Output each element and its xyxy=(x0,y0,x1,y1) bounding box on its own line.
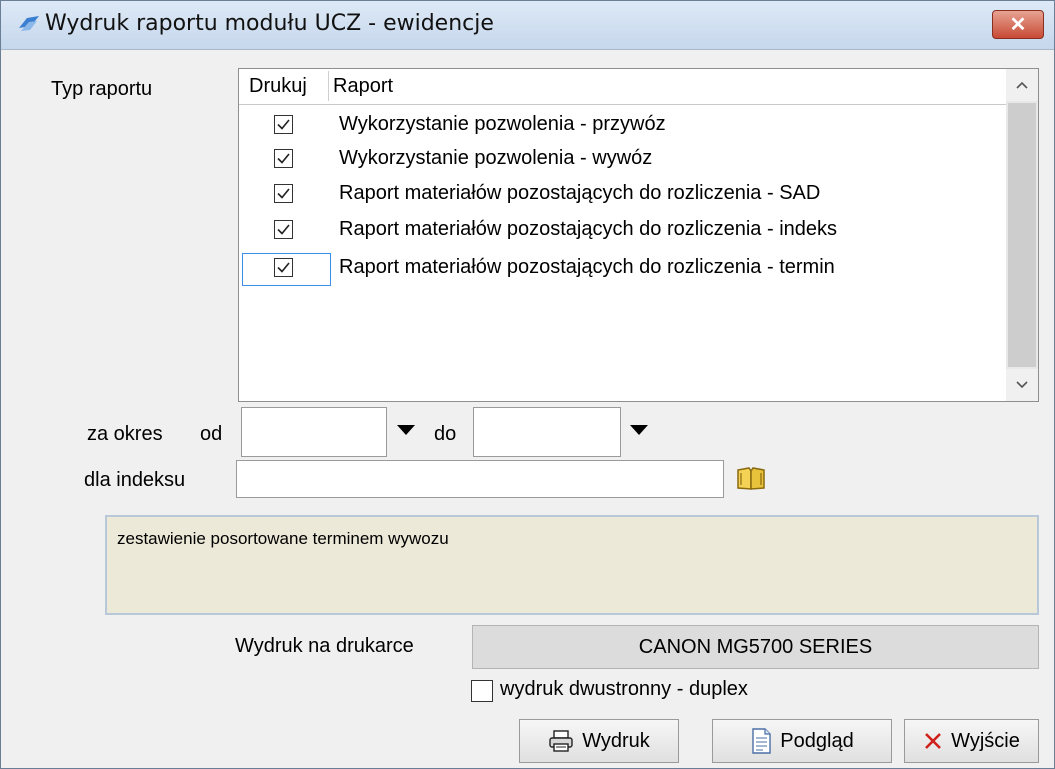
checkmark-icon xyxy=(277,188,290,199)
list-item[interactable]: Raport materiałów pozostających do rozli… xyxy=(239,214,1006,250)
vertical-scrollbar[interactable] xyxy=(1006,69,1038,401)
window-title: Wydruk raportu modułu UCZ - ewidencje xyxy=(45,11,494,36)
period-from-label: od xyxy=(200,423,223,445)
scroll-thumb[interactable] xyxy=(1008,103,1036,367)
preview-document-icon xyxy=(752,728,771,754)
exit-label: Wyjście xyxy=(951,729,1020,752)
print-checkbox[interactable] xyxy=(274,184,293,203)
duplex-label[interactable]: wydruk dwustronny - duplex xyxy=(500,678,748,701)
title-bar[interactable]: Wydruk raportu modułu UCZ - ewidencje ✕ xyxy=(1,1,1054,50)
period-label: za okres xyxy=(87,423,163,445)
print-checkbox[interactable] xyxy=(274,115,293,134)
column-header-report[interactable]: Raport xyxy=(333,75,393,98)
duplex-checkbox[interactable] xyxy=(471,680,493,702)
print-checkbox[interactable] xyxy=(274,149,293,168)
printer-name: CANON MG5700 SERIES xyxy=(638,635,873,658)
report-name: Wykorzystanie pozwolenia - przywóz xyxy=(339,113,666,135)
checkmark-icon xyxy=(277,262,290,273)
period-to-label: do xyxy=(434,423,457,445)
exit-button[interactable]: Wyjście xyxy=(904,719,1039,763)
checkmark-icon xyxy=(277,153,290,164)
list-item-selected[interactable]: Raport materiałów pozostających do rozli… xyxy=(239,252,1006,288)
print-checkbox[interactable] xyxy=(274,258,293,277)
close-icon: ✕ xyxy=(1009,14,1027,36)
print-label: Wydruk xyxy=(582,729,650,752)
exit-x-icon xyxy=(925,733,942,749)
report-type-label: Typ raportu xyxy=(51,78,153,100)
index-label: dla indeksu xyxy=(84,469,186,491)
list-item[interactable]: Wykorzystanie pozwolenia - wywóz xyxy=(239,143,1006,179)
preview-button[interactable]: Podgląd xyxy=(712,719,892,763)
preview-label: Podgląd xyxy=(780,729,854,752)
description-text: zestawienie posortowane terminem wywozu xyxy=(117,529,449,548)
printer-label: Wydruk na drukarce xyxy=(235,635,414,657)
scroll-down-icon[interactable] xyxy=(1006,369,1038,401)
date-from-field[interactable] xyxy=(241,407,387,457)
report-description: zestawienie posortowane terminem wywozu xyxy=(105,515,1039,615)
list-item[interactable]: Raport materiałów pozostających do rozli… xyxy=(239,178,1006,214)
checkmark-icon xyxy=(277,119,290,130)
printer-icon xyxy=(549,730,573,752)
date-to-field[interactable] xyxy=(473,407,621,457)
list-header: Drukuj Raport xyxy=(239,69,1006,105)
report-name: Raport materiałów pozostających do rozli… xyxy=(339,182,821,204)
report-name: Raport materiałów pozostających do rozli… xyxy=(339,218,838,240)
report-dialog: Wydruk raportu modułu UCZ - ewidencje ✕ … xyxy=(0,0,1055,769)
close-button[interactable]: ✕ xyxy=(992,10,1044,39)
list-item[interactable]: Wykorzystanie pozwolenia - przywóz xyxy=(239,109,1006,145)
date-to-dropdown-icon[interactable] xyxy=(628,422,650,438)
checkmark-icon xyxy=(277,224,290,235)
print-button[interactable]: Wydruk xyxy=(519,719,679,763)
report-name: Wykorzystanie pozwolenia - wywóz xyxy=(339,147,653,169)
app-icon xyxy=(19,16,39,31)
column-header-print[interactable]: Drukuj xyxy=(249,75,307,98)
scroll-up-icon[interactable] xyxy=(1006,69,1038,101)
date-from-dropdown-icon[interactable] xyxy=(395,422,417,438)
header-separator xyxy=(328,71,329,101)
print-checkbox[interactable] xyxy=(274,220,293,239)
printer-select-button[interactable]: CANON MG5700 SERIES xyxy=(472,625,1039,669)
report-name: Raport materiałów pozostających do rozli… xyxy=(339,256,835,278)
report-list[interactable]: Drukuj Raport Wykorzystanie pozwolenia -… xyxy=(238,68,1039,402)
open-book-icon[interactable] xyxy=(735,464,767,492)
index-input[interactable] xyxy=(236,460,724,498)
